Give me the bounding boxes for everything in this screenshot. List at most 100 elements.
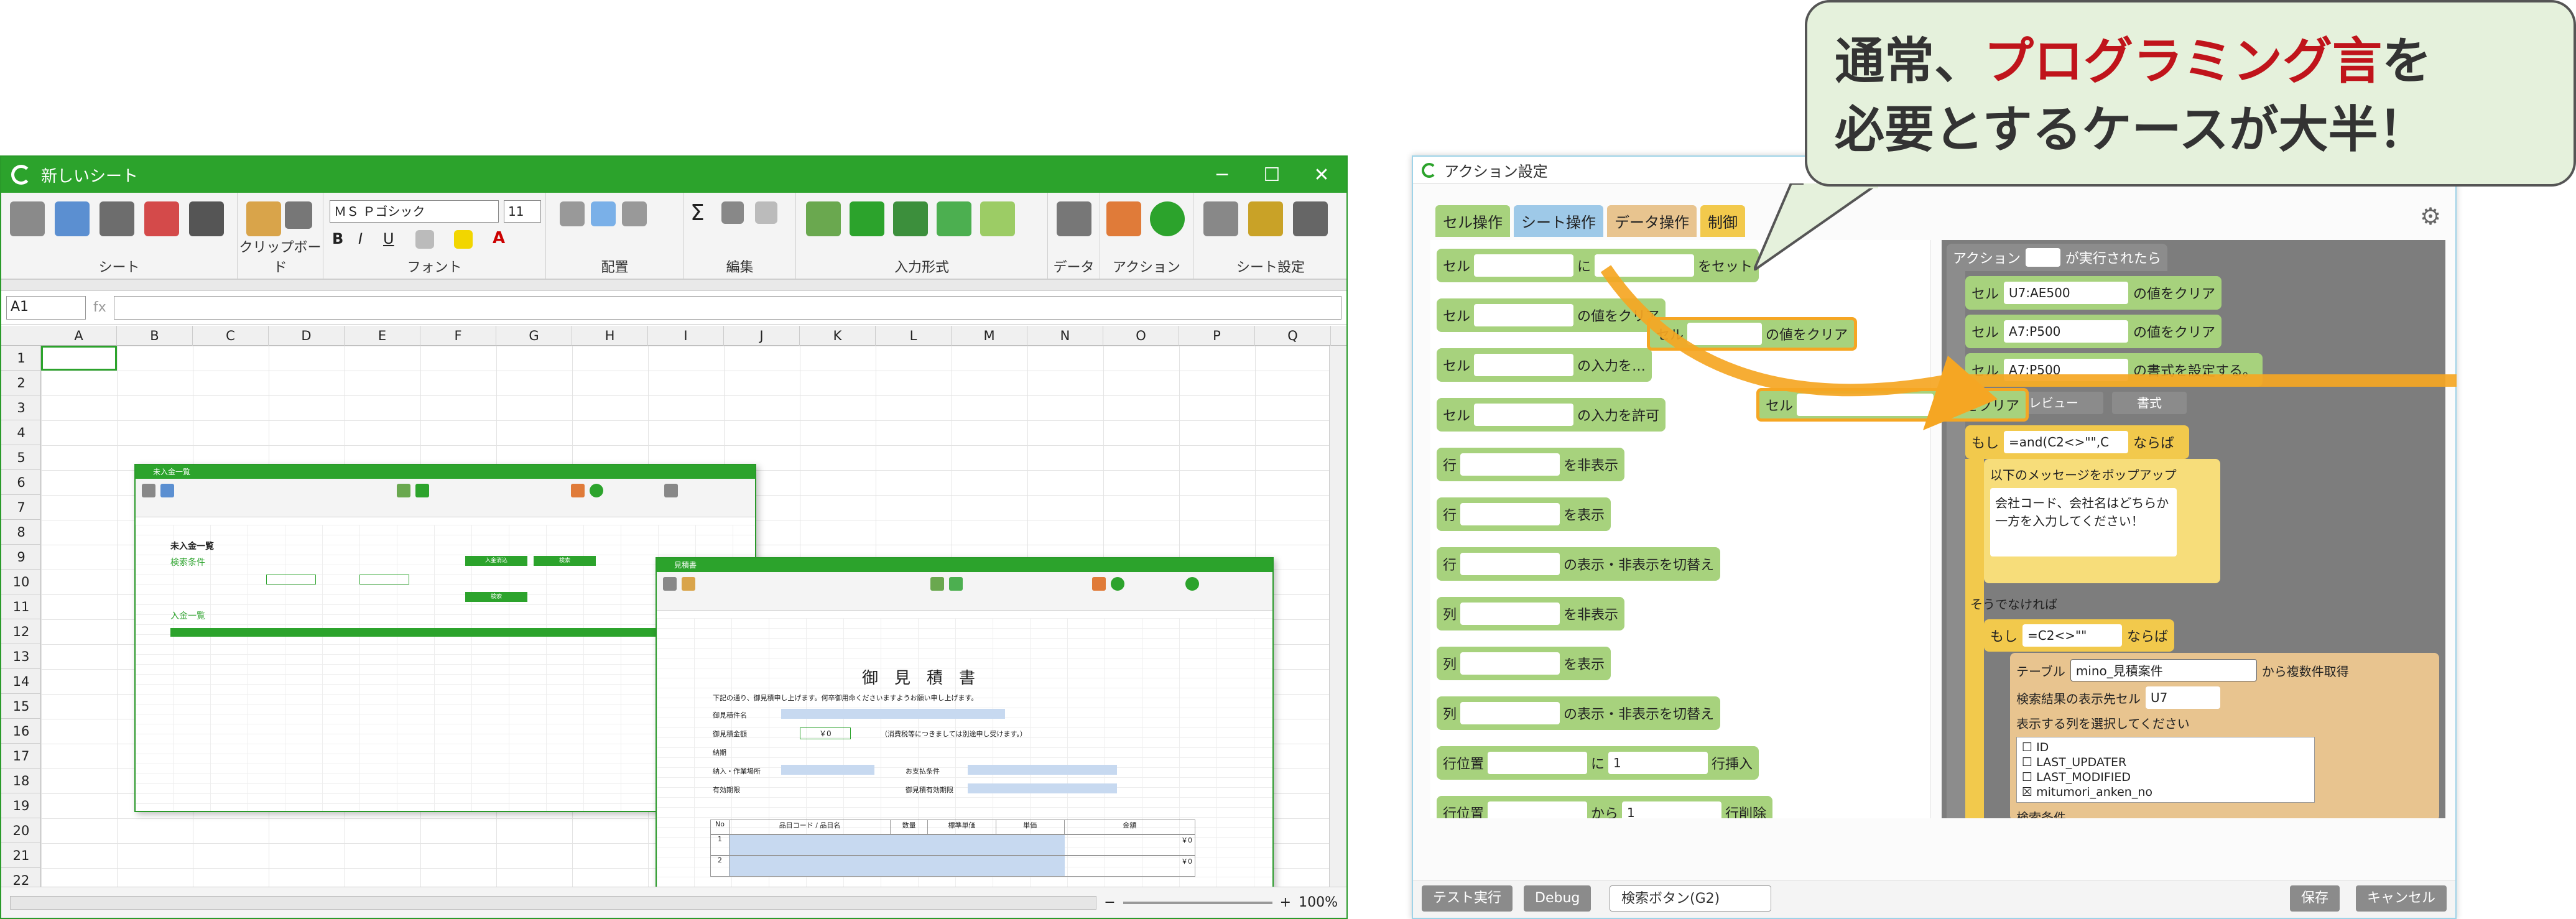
column-header[interactable]: Q xyxy=(1255,326,1331,346)
palette-block-slot[interactable] xyxy=(1474,354,1574,376)
row-header[interactable]: 15 xyxy=(1,694,41,719)
column-header[interactable]: A xyxy=(41,326,117,346)
debug-button[interactable]: Debug xyxy=(1524,885,1591,912)
row-header[interactable]: 10 xyxy=(1,570,41,594)
action-blocks-icon[interactable] xyxy=(1106,201,1141,236)
fill-color-icon[interactable] xyxy=(454,230,473,249)
font-color-button[interactable]: A xyxy=(493,229,505,247)
row-header[interactable]: 12 xyxy=(1,619,41,644)
palette-block-slot-2[interactable]: 1 xyxy=(1608,752,1708,774)
cancel-button[interactable]: キャンセル xyxy=(2355,885,2447,912)
column-header[interactable]: G xyxy=(496,326,572,346)
if2-condition[interactable]: =C2<>"" xyxy=(2022,624,2123,647)
palette-block-slot[interactable] xyxy=(1460,453,1560,476)
column-header[interactable]: N xyxy=(1027,326,1103,346)
dropdown-icon[interactable] xyxy=(893,201,928,236)
palette-block-slot[interactable] xyxy=(1460,702,1560,724)
column-header[interactable]: E xyxy=(345,326,420,346)
date-from-input[interactable] xyxy=(266,575,316,584)
italic-button[interactable]: I xyxy=(358,230,363,247)
row-header[interactable]: 13 xyxy=(1,644,41,669)
row-header[interactable]: 5 xyxy=(1,445,41,470)
search-pill[interactable]: 検索 xyxy=(534,556,596,566)
sheet-settings-icon[interactable] xyxy=(100,201,134,236)
button-icon[interactable] xyxy=(980,201,1015,236)
payment-field[interactable] xyxy=(968,765,1117,775)
palette-block-slot[interactable] xyxy=(1460,603,1560,625)
palette-block-slot[interactable] xyxy=(1460,652,1560,675)
palette-block[interactable]: 行 を表示 xyxy=(1437,497,1611,531)
font-name-select[interactable]: ＭＳ Ｐゴシック xyxy=(330,200,499,223)
palette-block[interactable]: 行位置 に 1 行挿入 xyxy=(1437,746,1759,780)
column-header[interactable]: O xyxy=(1103,326,1179,346)
row-header[interactable]: 16 xyxy=(1,719,41,744)
search-pill-2[interactable]: 検索 xyxy=(465,592,527,602)
if2-block[interactable]: もし =C2<>"" ならば xyxy=(1984,619,2175,652)
row-header[interactable]: 4 xyxy=(1,420,41,445)
row-header[interactable]: 19 xyxy=(1,793,41,818)
row-header[interactable]: 14 xyxy=(1,669,41,694)
palette-block[interactable]: 列 を表示 xyxy=(1437,647,1611,680)
row-item-2[interactable] xyxy=(729,856,1065,876)
table-select[interactable]: mino_見積案件 xyxy=(2070,659,2257,681)
row-header[interactable]: 11 xyxy=(1,594,41,619)
align-top-icon[interactable] xyxy=(560,201,585,226)
bold-button[interactable]: B xyxy=(332,230,343,247)
sum-button[interactable]: Σ xyxy=(690,200,705,226)
table-icon[interactable] xyxy=(1293,201,1328,236)
lock-icon[interactable] xyxy=(1248,201,1283,236)
minimize-button[interactable]: ─ xyxy=(1197,164,1247,186)
checkbox-icon[interactable] xyxy=(850,201,884,236)
gear-icon[interactable] xyxy=(1203,201,1238,236)
column-header[interactable]: H xyxy=(572,326,648,346)
calendar-icon[interactable] xyxy=(937,201,971,236)
column-header[interactable]: L xyxy=(876,326,952,346)
image-icon[interactable] xyxy=(806,201,841,236)
column-item[interactable]: ☐ LAST_MODIFIED xyxy=(2022,770,2309,785)
palette-block[interactable]: 列 の表示・非表示を切替え xyxy=(1437,696,1721,730)
row-header[interactable]: 17 xyxy=(1,744,41,769)
align-bottom-icon[interactable] xyxy=(622,201,647,226)
palette-block-slot[interactable] xyxy=(1488,752,1588,774)
undo-icon[interactable] xyxy=(755,201,777,224)
zoom-in-button[interactable]: + xyxy=(1280,895,1291,910)
column-header[interactable]: F xyxy=(420,326,496,346)
tab-cell[interactable]: セル操作 xyxy=(1435,205,1510,237)
database-icon[interactable] xyxy=(10,201,45,236)
zoom-slider[interactable] xyxy=(1123,901,1272,904)
name-box[interactable]: A1 xyxy=(6,295,86,320)
font-size-select[interactable]: 11 xyxy=(504,200,541,223)
row-header[interactable]: 7 xyxy=(1,495,41,520)
column-header[interactable]: B xyxy=(117,326,193,346)
palette-block-slot[interactable] xyxy=(1460,553,1560,575)
data-icon[interactable] xyxy=(1057,201,1091,236)
zoom-out-button[interactable]: − xyxy=(1104,895,1115,910)
column-header[interactable]: I xyxy=(648,326,724,346)
place-field[interactable] xyxy=(781,765,874,775)
palette-block-slot[interactable] xyxy=(1460,503,1560,525)
palette-block-slot[interactable] xyxy=(1474,254,1574,277)
row-header[interactable]: 6 xyxy=(1,470,41,495)
ribbon-scrollbar[interactable] xyxy=(1,280,1346,291)
palette-block[interactable]: 行を非表示 xyxy=(1437,448,1625,481)
date-to-input[interactable] xyxy=(359,575,409,584)
tab-data[interactable]: データ操作 xyxy=(1607,205,1697,237)
column-header[interactable]: M xyxy=(952,326,1027,346)
row-header[interactable]: 8 xyxy=(1,520,41,545)
column-header[interactable]: K xyxy=(800,326,876,346)
search-icon[interactable] xyxy=(721,201,744,224)
row-header[interactable]: 20 xyxy=(1,818,41,843)
palette-block-slot[interactable] xyxy=(1474,404,1574,426)
row-header[interactable]: 3 xyxy=(1,395,41,420)
delete-sheet-icon[interactable] xyxy=(144,201,179,236)
column-header[interactable]: C xyxy=(193,326,269,346)
maximize-button[interactable]: ☐ xyxy=(1247,164,1297,186)
table-fetch-block[interactable]: テーブル mino_見積案件 から複数件取得 検索結果の表示先セル U7 表示す… xyxy=(2010,653,2439,818)
column-item[interactable]: ☐ ID xyxy=(2022,740,2309,755)
border-icon[interactable] xyxy=(415,230,434,249)
row-header[interactable]: 21 xyxy=(1,843,41,868)
subject-field[interactable] xyxy=(781,709,1005,719)
align-middle-icon[interactable] xyxy=(591,201,616,226)
formula-input[interactable] xyxy=(113,295,1341,320)
row-item-1[interactable] xyxy=(729,835,1065,855)
